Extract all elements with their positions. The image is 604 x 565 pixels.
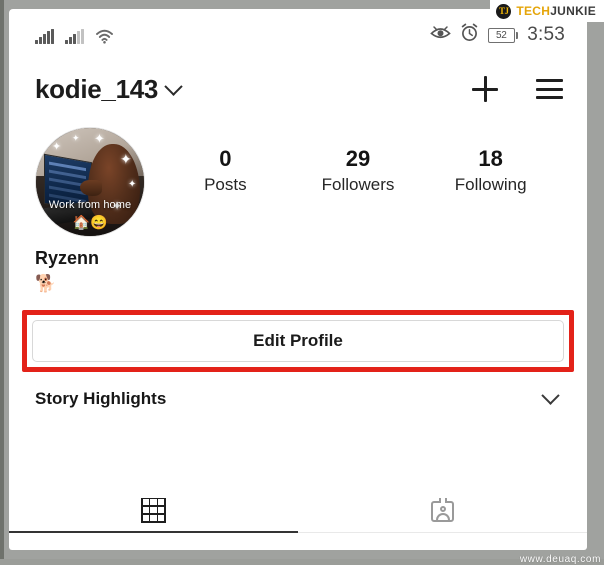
chevron-down-icon[interactable] [541,386,560,406]
header-actions [472,76,563,102]
profile-bio-emoji: 🐕 [35,274,57,293]
story-highlights-title: Story Highlights [35,388,167,408]
stat-followers-label: Followers [321,174,395,194]
edit-profile-highlight-annotation: Edit Profile [22,309,574,372]
hamburger-menu-icon[interactable] [536,79,563,99]
username-dropdown[interactable]: kodie_143 [35,73,183,105]
phone-screen: 52 3:53 kodie_143 ✦ ✦ ✦ ✦ ✦ ✦ Work from … [9,9,587,550]
profile-header: kodie_143 [9,61,587,117]
device-frame: 52 3:53 kodie_143 ✦ ✦ ✦ ✦ ✦ ✦ Work from … [0,0,604,565]
profile-username: kodie_143 [35,73,159,104]
battery-percent-label: 52 [487,27,515,43]
sparkle-icon: ✦ [72,133,80,143]
profile-display-name: Ryzenn [35,248,100,268]
sparkle-icon: ✦ [94,131,105,146]
techjunkie-watermark: TJ TECHJUNKIE [490,0,604,22]
techjunkie-logo-icon: TJ [496,3,512,19]
wifi-icon [95,28,114,44]
battery-cap [515,31,519,39]
frame-left-edge [0,0,4,565]
tab-tagged[interactable] [298,487,587,533]
techjunkie-tech-text: TECH [516,4,551,18]
techjunkie-wordmark: TECHJUNKIE [516,2,596,20]
sparkle-icon: ✦ [52,141,62,153]
status-bar-clock: 3:53 [527,24,565,45]
status-bar-left [35,26,114,44]
edit-profile-button[interactable]: Edit Profile [32,319,564,362]
eye-icon [429,24,451,46]
story-highlights-section[interactable]: Story Highlights [9,372,587,409]
sparkle-icon: ✦ [120,151,132,167]
tab-grid[interactable] [9,487,298,533]
profile-avatar[interactable]: ✦ ✦ ✦ ✦ ✦ ✦ Work from home 🏠😄 [35,127,145,237]
stat-following[interactable]: 18 Following [453,145,529,196]
plus-icon[interactable] [472,76,498,102]
status-bar-right: 52 3:53 [429,23,565,47]
frame-bottom-edge [0,559,604,565]
battery-indicator: 52 [487,27,519,43]
stat-posts-value: 0 [219,146,232,171]
techjunkie-junkie-text: JUNKIE [550,4,596,18]
avatar-emoji: 🏠😄 [72,214,108,230]
stat-following-label: Following [454,174,527,194]
sparkle-icon: ✦ [128,179,137,190]
stat-followers[interactable]: 29 Followers [320,145,396,196]
tagged-photos-icon [429,497,456,523]
profile-tab-bar [9,487,587,533]
avatar-caption: Work from home [48,199,132,211]
avatar-dog-snout [80,180,102,196]
chevron-down-icon [164,76,183,96]
signal-bars-icon-secondary [64,29,84,44]
grid-icon [141,497,166,523]
stat-following-value: 18 [478,146,503,171]
profile-bio: Ryzenn 🐕 [9,237,587,296]
stat-followers-value: 29 [345,146,371,171]
signal-bars-icon [35,29,54,44]
alarm-clock-icon [460,23,479,47]
profile-summary: ✦ ✦ ✦ ✦ ✦ ✦ Work from home 🏠😄 0 Posts 29… [9,117,587,237]
profile-stats: 0 Posts 29 Followers 18 Following [145,127,563,196]
stat-posts[interactable]: 0 Posts [187,145,263,196]
deuaq-watermark: www.deuaq.com [519,554,601,565]
stat-posts-label: Posts [204,174,247,194]
